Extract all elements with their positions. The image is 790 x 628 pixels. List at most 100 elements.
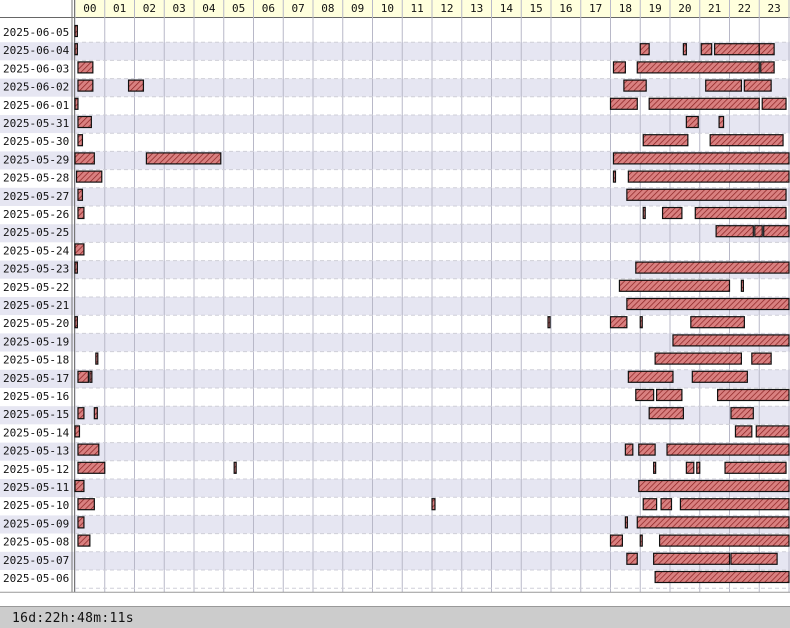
date-label: 2025-06-03	[3, 62, 69, 75]
sleep-interval-bar	[612, 61, 626, 74]
hour-tick-label: 23	[768, 2, 781, 15]
sleep-interval-bar	[145, 152, 222, 165]
sleep-interval-bar	[672, 334, 790, 347]
sleep-interval-bar	[89, 370, 93, 383]
row-background	[0, 115, 790, 134]
hour-tick-label: 03	[173, 2, 186, 15]
hour-tick-label: 00	[83, 2, 96, 15]
sleep-interval-bar	[609, 534, 623, 547]
sleep-interval-bar	[705, 79, 743, 92]
sleep-interval-bar	[648, 97, 760, 110]
date-label: 2025-05-15	[3, 408, 69, 421]
date-label: 2025-05-19	[3, 335, 69, 348]
sleep-interval-bar	[74, 97, 79, 110]
hour-tick-label: 19	[649, 2, 662, 15]
sleep-interval-bar	[612, 152, 790, 165]
sleep-interval-bar	[75, 170, 103, 183]
sleep-interval-bar	[77, 115, 92, 129]
sleep-interval-bar	[714, 43, 760, 56]
date-label: 2025-05-29	[3, 153, 69, 166]
date-label: 2025-05-16	[3, 390, 69, 403]
date-label: 2025-05-25	[3, 226, 69, 239]
date-label: 2025-05-28	[3, 172, 69, 185]
sleep-interval-bar	[658, 534, 790, 547]
date-label: 2025-06-01	[3, 99, 69, 112]
sleep-interval-bar	[682, 43, 687, 56]
sleep-interval-bar	[636, 61, 760, 74]
row-background	[0, 242, 790, 261]
sleep-interval-bar	[679, 498, 790, 511]
hour-tick-label: 11	[411, 2, 424, 15]
sleep-interval-bar	[743, 79, 772, 92]
sleep-interval-bar	[77, 443, 100, 456]
sleep-interval-bar	[761, 97, 787, 110]
sleep-interval-bar	[77, 534, 91, 547]
hour-tick-label: 18	[619, 2, 632, 15]
date-label: 2025-05-31	[3, 117, 69, 130]
sleep-interval-bar	[642, 134, 689, 147]
sleep-interval-bar	[716, 388, 790, 402]
sleep-interval-bar	[700, 43, 713, 56]
sleep-interval-bar	[609, 97, 638, 110]
sleep-interval-bar	[661, 206, 683, 220]
sleep-interval-bar	[685, 115, 699, 129]
row-background	[0, 24, 790, 43]
hour-tick-label: 07	[292, 2, 305, 15]
date-label: 2025-05-11	[3, 481, 69, 494]
sleep-interval-bar	[74, 479, 85, 493]
row-background	[0, 42, 790, 61]
date-label: 2025-05-12	[3, 463, 69, 476]
sleep-interval-bar	[734, 425, 753, 438]
sleep-interval-bar	[74, 243, 85, 256]
sleep-interval-bar	[636, 516, 790, 529]
elapsed-time-text: 16d:22h:48m:11s	[12, 611, 134, 626]
sleep-interval-bar	[74, 425, 81, 438]
sleep-interval-bar	[74, 24, 78, 38]
sleep-interval-bar	[715, 225, 754, 238]
sleep-interval-bar	[77, 79, 94, 92]
sleep-interval-bar	[93, 407, 98, 420]
date-label: 2025-05-08	[3, 536, 69, 549]
sleep-interval-bar	[635, 261, 790, 274]
sleep-interval-bar	[654, 352, 743, 365]
date-label: 2025-05-09	[3, 517, 69, 530]
sleep-interval-bar	[709, 134, 784, 147]
sleep-interval-bar	[74, 152, 95, 165]
sleep-interval-bar	[754, 225, 763, 238]
hour-tick-label: 22	[738, 2, 751, 15]
sleep-interval-bar	[751, 352, 772, 365]
sleep-interval-bar	[638, 443, 656, 456]
sleep-interval-bar	[730, 407, 754, 420]
hour-tick-label: 20	[678, 2, 691, 15]
hour-tick-label: 04	[202, 2, 216, 15]
sleep-interval-bar	[609, 316, 628, 329]
hour-tick-label: 05	[232, 2, 245, 15]
sleep-interval-bar	[654, 570, 790, 584]
sleep-interval-bar	[718, 115, 725, 129]
sleep-interval-bar	[639, 534, 643, 547]
date-label: 2025-05-27	[3, 190, 69, 203]
date-label: 2025-05-26	[3, 208, 69, 221]
hour-tick-label: 01	[113, 2, 126, 15]
sleep-interval-bar	[724, 461, 787, 474]
date-label: 2025-05-10	[3, 499, 69, 512]
sleep-interval-bar	[635, 388, 655, 402]
hour-tick-label: 12	[440, 2, 453, 15]
date-label: 2025-06-05	[3, 26, 69, 39]
hour-tick-label: 02	[143, 2, 156, 15]
hour-tick-label: 14	[500, 2, 514, 15]
sleep-interval-bar	[653, 461, 657, 474]
date-label: 2025-05-07	[3, 554, 69, 567]
sleep-interval-bar	[77, 206, 85, 220]
hour-tick-label: 09	[351, 2, 364, 15]
row-background	[0, 333, 790, 352]
sleep-interval-bar	[74, 43, 78, 56]
hour-tick-label: 06	[262, 2, 275, 15]
sleep-interval-bar	[740, 279, 745, 292]
hour-tick-label: 21	[708, 2, 721, 15]
sleep-interval-bar	[74, 316, 78, 329]
date-label: 2025-05-23	[3, 263, 69, 276]
hour-tick-label: 15	[530, 2, 543, 15]
sleep-interval-bar	[763, 225, 790, 238]
sleep-interval-bar	[755, 425, 790, 438]
